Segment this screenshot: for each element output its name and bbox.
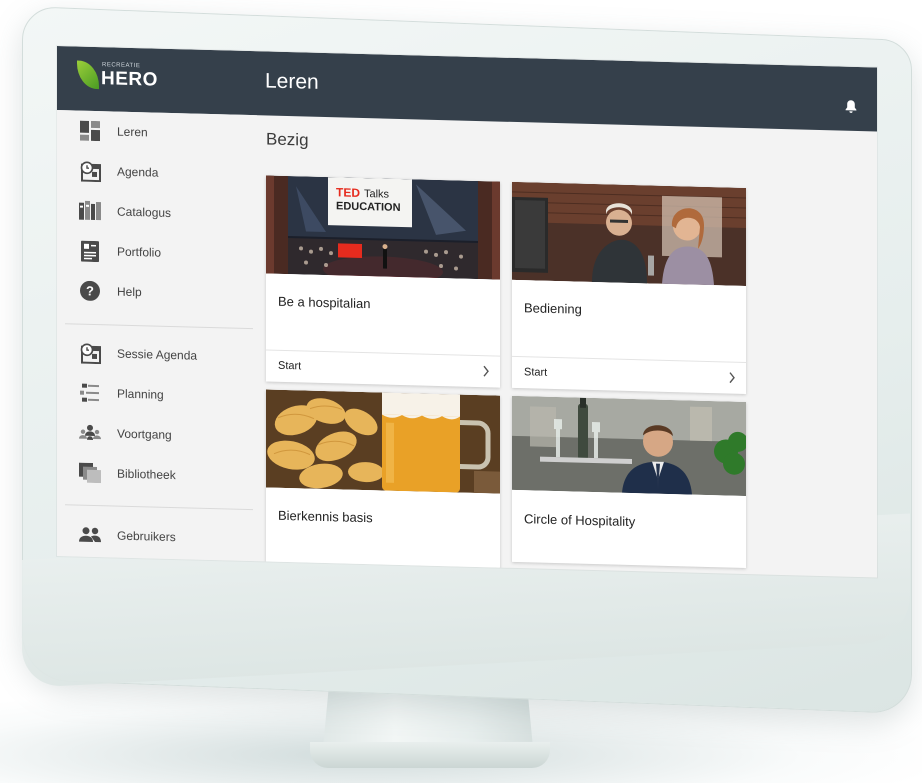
dashboard-icon — [79, 120, 101, 143]
bell-icon[interactable] — [845, 100, 857, 114]
chevron-right-icon — [729, 372, 735, 384]
sidebar-item-label: Planning — [117, 386, 164, 402]
users-icon — [79, 524, 101, 547]
ted-education-stage-image: TED Talks EDUCATION — [266, 175, 500, 280]
progress-icon — [79, 422, 101, 445]
sidebar-divider — [65, 323, 253, 330]
page-title: Leren — [265, 69, 319, 94]
sidebar-item-portfolio[interactable]: Portfolio — [79, 237, 249, 269]
sidebar-item-catalogus[interactable]: Catalogus — [79, 197, 249, 229]
start-label: Start — [524, 366, 548, 379]
main-content: Bezig TED Talks EDUCATION Be a hospitali… — [257, 115, 877, 577]
app-screen: RECREATIE HERO Leren Leren Agenda Catalo… — [57, 46, 877, 578]
bar-staff-image — [512, 181, 746, 287]
catalogus-icon — [79, 200, 101, 223]
logo-big-text: HERO — [101, 68, 158, 91]
sidebar-item-label: Agenda — [117, 164, 159, 180]
sidebar-item-voortgang[interactable]: Voortgang — [79, 419, 249, 451]
sidebar-item-sessie-agenda[interactable]: Sessie Agenda — [79, 339, 249, 371]
course-card[interactable]: Circle of Hospitality — [512, 395, 746, 569]
start-button[interactable]: Start — [266, 349, 500, 387]
talks-text: Talks — [364, 188, 390, 201]
sidebar-item-agenda[interactable]: Agenda — [79, 157, 249, 189]
planning-icon — [79, 382, 101, 405]
sidebar-item-gebruikers[interactable]: Gebruikers — [79, 521, 249, 553]
library-icon — [79, 462, 101, 485]
help-icon: ? — [79, 280, 101, 303]
section-title: Bezig — [266, 129, 309, 150]
leaf-icon — [77, 60, 99, 90]
sidebar: Leren Agenda Catalogus Portfolio ? Help — [57, 110, 257, 562]
sidebar-item-label: Bibliotheek — [117, 466, 176, 483]
sidebar-item-label: Catalogus — [117, 204, 172, 220]
course-card[interactable]: TED Talks EDUCATION Be a hospitalian Sta… — [266, 175, 500, 388]
monitor-stand-foot — [310, 742, 550, 768]
ted-logo-text: TED — [336, 185, 360, 200]
sidebar-item-label: Voortgang — [117, 426, 172, 443]
card-title: Be a hospitalian — [278, 293, 371, 312]
card-title: Bediening — [524, 300, 582, 317]
sidebar-item-label: Help — [117, 284, 142, 300]
sidebar-item-label: Portfolio — [117, 244, 162, 260]
start-label: Start — [278, 359, 302, 373]
sidebar-item-leren[interactable]: Leren — [79, 117, 249, 149]
recreatie-hero-logo[interactable]: RECREATIE HERO — [77, 59, 167, 97]
sidebar-item-help[interactable]: ? Help — [79, 277, 249, 309]
sidebar-item-label: Leren — [117, 124, 148, 140]
card-title: Circle of Hospitality — [524, 511, 636, 530]
course-card[interactable]: Bierkennis basis — [266, 389, 500, 576]
chevron-right-icon — [483, 365, 489, 377]
education-text: EDUCATION — [336, 200, 401, 214]
sidebar-item-planning[interactable]: Planning — [79, 379, 249, 411]
beer-and-chips-image — [266, 389, 500, 494]
portfolio-icon — [79, 240, 101, 263]
session-agenda-icon — [79, 342, 101, 365]
sidebar-divider — [65, 504, 253, 511]
start-button[interactable]: Start — [512, 355, 746, 394]
agenda-icon — [79, 160, 101, 183]
waiter-with-tray-image — [512, 395, 746, 497]
sidebar-item-bibliotheek[interactable]: Bibliotheek — [79, 459, 249, 491]
svg-text:?: ? — [86, 283, 94, 298]
sidebar-item-label: Gebruikers — [117, 528, 176, 545]
sidebar-item-label: Sessie Agenda — [117, 346, 198, 363]
course-card[interactable]: Bediening Start — [512, 181, 746, 395]
card-title: Bierkennis basis — [278, 507, 373, 526]
